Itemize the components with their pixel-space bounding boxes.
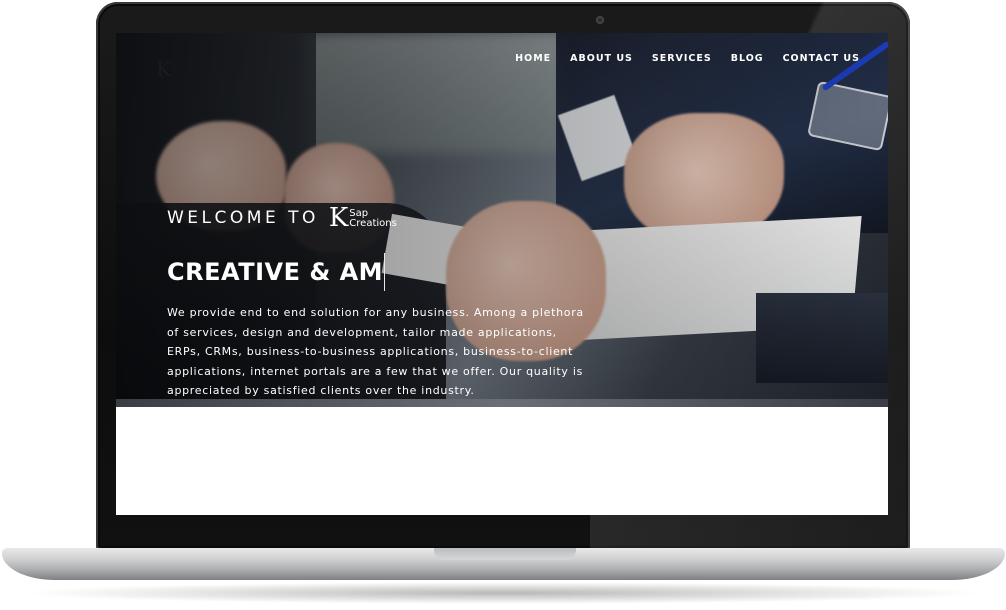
brand-logo: K Sap Creations (329, 205, 397, 231)
laptop-shadow (20, 582, 986, 604)
camera-icon (596, 16, 604, 24)
laptop-base-notch (434, 548, 576, 560)
laptop-screen: K HOME ABOUT US SERVICES BLOG CONTACT US… (116, 33, 888, 515)
brand-logo-mark: K (328, 203, 349, 233)
site-logo-mark: K (156, 57, 171, 81)
nav-services[interactable]: SERVICES (652, 53, 712, 64)
nav-home[interactable]: HOME (515, 53, 551, 64)
laptop-base (2, 548, 1005, 580)
hero-description: We provide end to end solution for any b… (167, 306, 584, 397)
brand-logo-text: Sap Creations (349, 209, 397, 229)
main-nav: HOME ABOUT US SERVICES BLOG CONTACT US (515, 53, 860, 64)
welcome-line: WELCOME TO K Sap Creations (167, 205, 397, 231)
headline-wrap: CREATIVE & AM (167, 253, 386, 291)
typing-caret (384, 253, 386, 291)
nav-contact-us[interactable]: CONTACT US (783, 53, 860, 64)
nav-about-us[interactable]: ABOUT US (570, 53, 633, 64)
site-logo[interactable]: K (156, 59, 171, 79)
hero-section: K HOME ABOUT US SERVICES BLOG CONTACT US… (116, 33, 888, 407)
welcome-text: WELCOME TO (167, 208, 319, 228)
brand-logo-line2: Creations (349, 218, 397, 229)
nav-blog[interactable]: BLOG (731, 53, 764, 64)
hero-headline: CREATIVE & AM (167, 258, 384, 286)
